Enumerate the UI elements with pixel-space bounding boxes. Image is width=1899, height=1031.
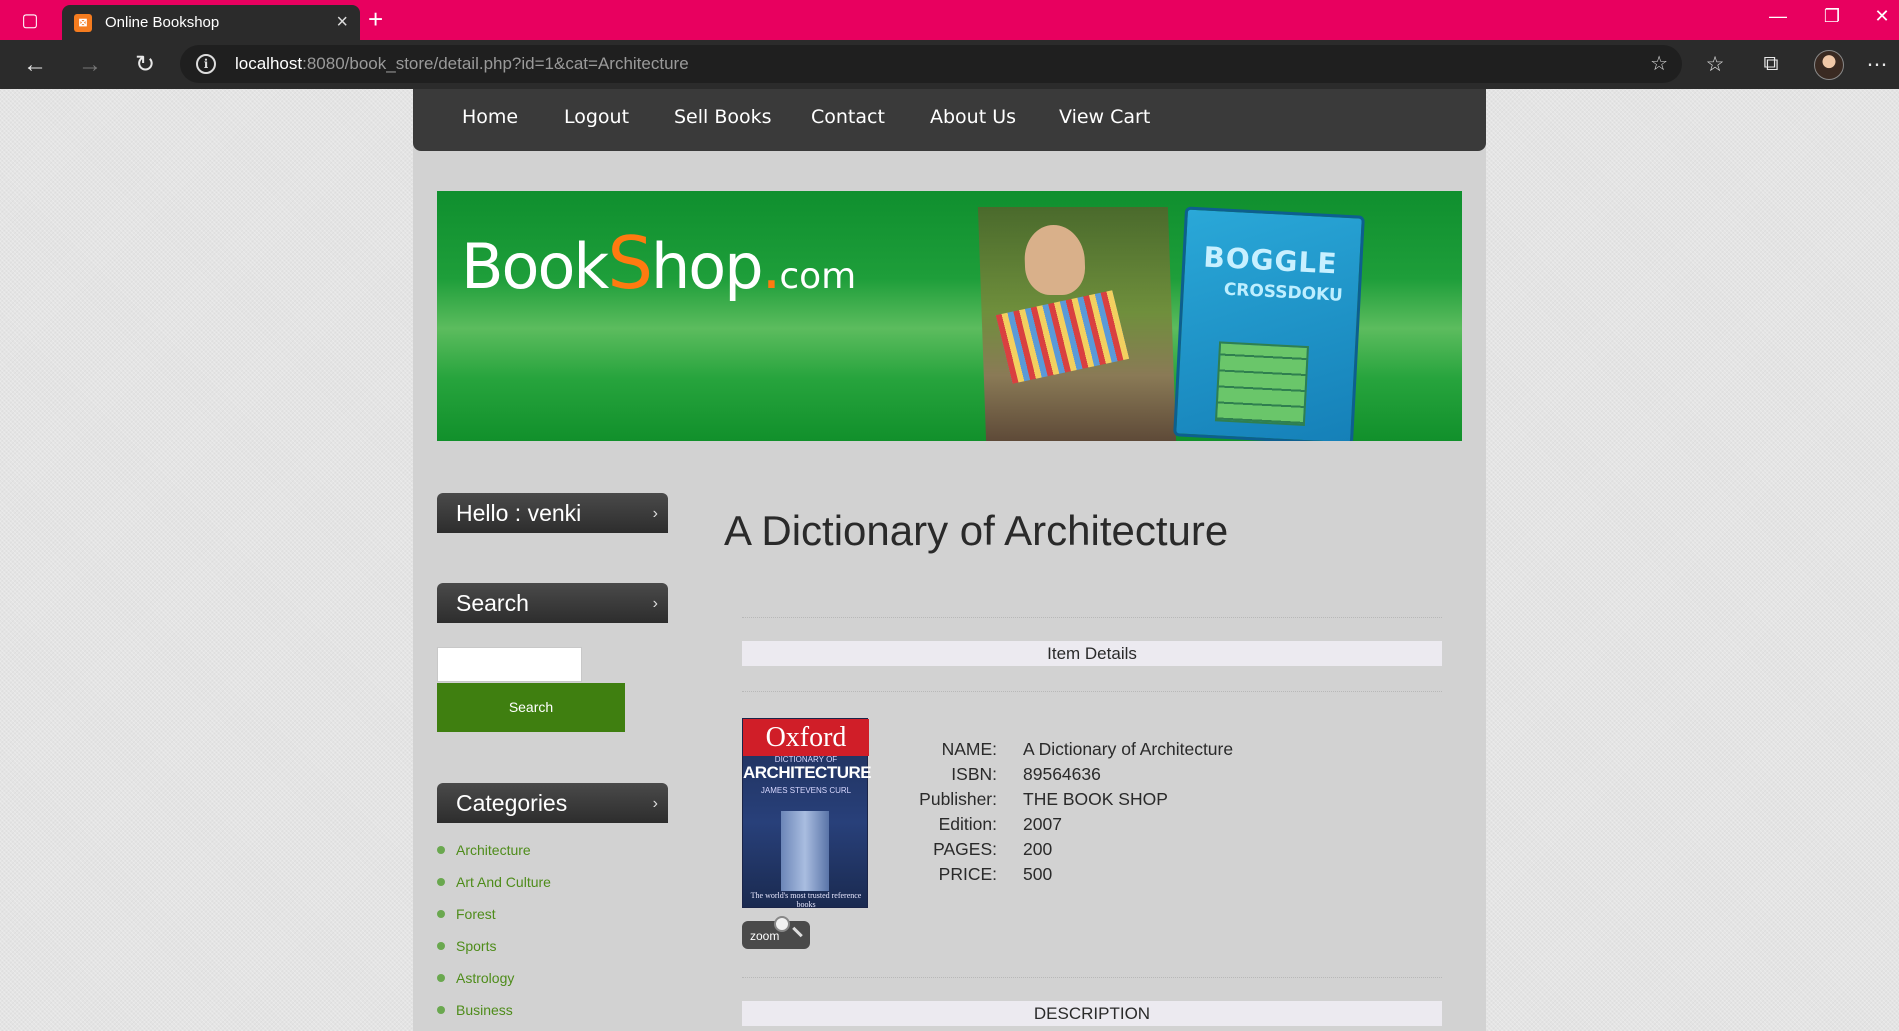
new-tab-icon[interactable]: + bbox=[368, 4, 383, 35]
main-menu: Home Logout Sell Books Contact About Us … bbox=[413, 89, 1486, 151]
search-heading: Search › bbox=[437, 583, 668, 623]
bullet-icon bbox=[437, 1006, 445, 1014]
magnifier-handle bbox=[792, 926, 803, 938]
browser-titlebar: ▢ ⊠ Online Bookshop × + — ❐ ✕ bbox=[0, 0, 1899, 40]
header-banner: BookShop.com BOGGLE CROSSDOKU bbox=[437, 191, 1462, 441]
boggle-subtitle: CROSSDOKU bbox=[1223, 279, 1344, 306]
close-window-icon[interactable]: ✕ bbox=[1862, 6, 1899, 27]
boggle-grid bbox=[1214, 341, 1310, 427]
site-container: Home Logout Sell Books Contact About Us … bbox=[413, 89, 1486, 1031]
cover-brand: Oxford bbox=[765, 722, 847, 753]
nav-home[interactable]: Home bbox=[462, 106, 518, 128]
url-text[interactable]: localhost:8080/book_store/detail.php?id=… bbox=[235, 54, 689, 74]
add-favorite-icon[interactable]: ☆ bbox=[1650, 51, 1668, 76]
book-title: A Dictionary of Architecture bbox=[724, 507, 1229, 554]
address-bar[interactable]: i localhost:8080/book_store/detail.php?i… bbox=[180, 45, 1682, 83]
restore-icon[interactable]: ❐ bbox=[1812, 6, 1852, 27]
search-heading-text: Search bbox=[456, 590, 529, 616]
browser-tab[interactable]: ⊠ Online Bookshop × bbox=[62, 5, 360, 40]
greeting-heading: Hello : venki › bbox=[437, 493, 668, 533]
site-info-icon[interactable]: i bbox=[196, 54, 216, 74]
zoom-button[interactable]: zoom bbox=[742, 916, 810, 949]
detail-row-price: PRICE: 500 bbox=[938, 864, 1053, 884]
item-details-heading: Item Details bbox=[742, 641, 1442, 666]
bullet-icon bbox=[437, 910, 445, 918]
browser-toolbar: ← → ↻ i localhost:8080/book_store/detail… bbox=[0, 40, 1899, 89]
categories-heading: Categories › bbox=[437, 783, 668, 823]
minimize-icon[interactable]: — bbox=[1758, 6, 1798, 27]
collections-icon[interactable]: ⧉ bbox=[1756, 52, 1786, 76]
close-tab-icon[interactable]: × bbox=[336, 11, 348, 34]
nav-logout[interactable]: Logout bbox=[564, 106, 629, 128]
forward-icon[interactable]: → bbox=[74, 50, 106, 80]
bullet-icon bbox=[437, 878, 445, 886]
xampp-favicon-icon: ⊠ bbox=[74, 14, 92, 32]
child-figure bbox=[1023, 225, 1086, 295]
description-heading: DESCRIPTION bbox=[742, 1001, 1442, 1026]
chevron-right-icon: › bbox=[652, 795, 658, 812]
tab-title: Online Bookshop bbox=[105, 14, 220, 31]
cover-building bbox=[781, 811, 829, 891]
page-viewport: Home Logout Sell Books Contact About Us … bbox=[0, 89, 1899, 1031]
chevron-right-icon: › bbox=[652, 505, 658, 522]
tab-actions-icon[interactable]: ▢ bbox=[14, 8, 46, 32]
open-book-figure bbox=[995, 290, 1130, 384]
book-cover-image[interactable]: Oxford DICTIONARY OF ARCHITECTURE JAMES … bbox=[742, 718, 872, 909]
favorites-icon[interactable]: ☆ bbox=[1700, 52, 1730, 77]
site-logo[interactable]: BookShop.com bbox=[461, 221, 856, 305]
detail-row-edition: Edition: 2007 bbox=[938, 814, 1062, 834]
categories-heading-text: Categories bbox=[456, 790, 568, 816]
nav-contact[interactable]: Contact bbox=[811, 106, 885, 128]
greeting-text: Hello : venki bbox=[456, 500, 582, 526]
divider bbox=[742, 691, 1442, 692]
chevron-right-icon: › bbox=[652, 595, 658, 612]
child-reading-photo bbox=[977, 207, 1177, 441]
divider bbox=[742, 617, 1442, 618]
search-button[interactable]: Search bbox=[437, 683, 625, 732]
reload-icon[interactable]: ↻ bbox=[129, 50, 161, 80]
bullet-icon bbox=[437, 974, 445, 982]
detail-row-pages: PAGES: 200 bbox=[933, 839, 1053, 859]
nav-sell-books[interactable]: Sell Books bbox=[674, 106, 772, 128]
cover-subject: ARCHITECTURE bbox=[743, 763, 872, 782]
zoom-label: zoom bbox=[750, 929, 780, 943]
magnifier-icon bbox=[774, 916, 790, 932]
nav-about-us[interactable]: About Us bbox=[930, 106, 1016, 128]
profile-avatar[interactable] bbox=[1814, 50, 1844, 80]
detail-row-name: NAME: A Dictionary of Architecture bbox=[941, 739, 1234, 759]
cover-tagline: The world's most trusted reference books bbox=[750, 891, 862, 909]
divider bbox=[742, 977, 1442, 978]
more-menu-icon[interactable]: ⋯ bbox=[1862, 52, 1892, 77]
detail-row-publisher: Publisher: THE BOOK SHOP bbox=[919, 789, 1168, 809]
boggle-title: BOGGLE bbox=[1202, 240, 1339, 281]
cover-author: JAMES STEVENS CURL bbox=[760, 786, 852, 795]
nav-view-cart[interactable]: View Cart bbox=[1059, 106, 1150, 128]
search-input[interactable] bbox=[437, 647, 582, 682]
boggle-book-image: BOGGLE CROSSDOKU bbox=[1173, 206, 1365, 441]
bullet-icon bbox=[437, 942, 445, 950]
back-icon[interactable]: ← bbox=[19, 50, 51, 80]
detail-row-isbn: ISBN: 89564636 bbox=[951, 764, 1101, 784]
bullet-icon bbox=[437, 846, 445, 854]
